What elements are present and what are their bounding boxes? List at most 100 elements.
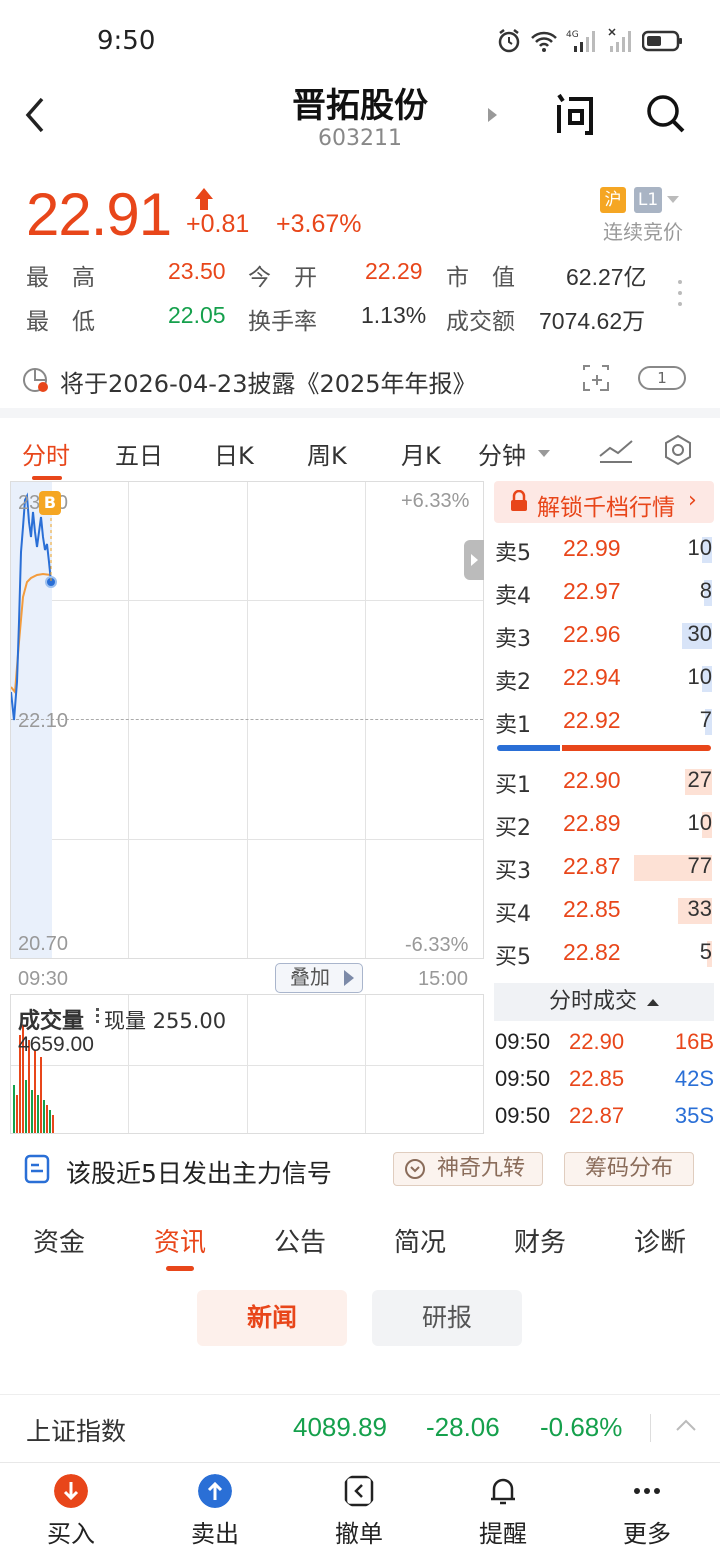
tick-header-label: 分时成交 — [548, 989, 637, 1014]
index-value: 4089.89 — [293, 1412, 387, 1442]
nav-alert[interactable]: 提醒 — [448, 1470, 558, 1549]
tab-funds[interactable]: 资金 — [33, 1222, 85, 1259]
tab-news[interactable]: 资讯 — [154, 1222, 206, 1259]
alarm-icon — [498, 29, 520, 53]
bid-level-price[interactable]: 22.87 — [563, 853, 621, 880]
tick-time: 09:50 — [495, 1066, 551, 1091]
volume-menu-icon[interactable] — [96, 1008, 100, 1023]
bid-level-price[interactable]: 22.90 — [563, 767, 621, 794]
bid-level-price[interactable]: 22.82 — [563, 939, 621, 966]
signal-4g-icon: 4G — [566, 30, 595, 52]
chart-low-price: 20.70 — [18, 933, 69, 955]
bid-level-label: 买4 — [495, 902, 531, 927]
watchlist-add-icon[interactable] — [580, 362, 612, 394]
minute-dropdown-icon[interactable] — [538, 450, 550, 457]
nav-more[interactable]: 更多 — [592, 1470, 702, 1549]
ask-level-price[interactable]: 22.94 — [563, 664, 621, 691]
ask-level-volume: 10 — [687, 664, 712, 689]
bid-level-label: 买3 — [495, 859, 531, 884]
up-arrow-icon — [195, 188, 213, 210]
chip-distribution-button[interactable]: 筹码分布 — [564, 1152, 694, 1186]
tick-volume: 42S — [674, 1066, 714, 1091]
more-stats-icon[interactable] — [678, 280, 684, 313]
signal-off-icon — [608, 28, 631, 52]
tab-finance[interactable]: 财务 — [514, 1222, 566, 1259]
segment-news[interactable]: 新闻 — [197, 1290, 347, 1346]
price-chart[interactable] — [10, 481, 484, 959]
bid-level-volume: 27 — [687, 767, 712, 792]
tick-price: 22.85 — [569, 1066, 625, 1091]
switch-stock-icon[interactable] — [488, 108, 497, 122]
tick-volume: 16B — [674, 1029, 714, 1054]
chart-settings-icon[interactable] — [662, 434, 694, 466]
ask-level-price[interactable]: 22.99 — [563, 535, 621, 562]
tab-daily-k[interactable]: 日K — [214, 436, 254, 471]
sell-icon — [198, 1474, 232, 1508]
bid-level-price[interactable]: 22.89 — [563, 810, 621, 837]
bid-level-volume: 77 — [687, 853, 712, 878]
ask-level-price[interactable]: 22.92 — [563, 707, 621, 734]
volume-label: 成交量 — [18, 1009, 85, 1034]
buy-marker[interactable]: B — [39, 491, 61, 515]
stock-code: 603211 — [318, 126, 402, 151]
bid-level-volume: 33 — [687, 896, 712, 921]
notice-count-badge[interactable]: 1 — [638, 366, 686, 390]
ask-level-label: 卖4 — [495, 584, 531, 609]
ask-level-volume: 8 — [699, 578, 712, 603]
sub-tab-underline — [166, 1266, 194, 1271]
stat-label-high: 最 高 — [26, 265, 95, 291]
buy-sell-ratio-bar — [497, 745, 711, 751]
overlay-button[interactable]: 叠加 — [275, 963, 363, 993]
indicator-icon[interactable] — [598, 436, 634, 464]
tick-header[interactable]: 分时成交 — [494, 983, 714, 1021]
current-volume: 现量 255.00 — [104, 1009, 227, 1033]
tab-underline — [32, 476, 62, 480]
report-icon — [23, 368, 48, 392]
stock-name[interactable]: 晋拓股份 — [0, 78, 720, 127]
tab-intraday[interactable]: 分时 — [22, 436, 70, 471]
ask-icon[interactable] — [553, 93, 595, 135]
nav-alert-label: 提醒 — [479, 1520, 527, 1548]
tab-announcements[interactable]: 公告 — [274, 1222, 326, 1259]
segment-research[interactable]: 研报 — [372, 1290, 522, 1346]
bid-level-price[interactable]: 22.85 — [563, 896, 621, 923]
tab-monthly-k[interactable]: 月K — [401, 436, 441, 471]
stat-value-turnover: 1.13% — [361, 302, 427, 328]
ask-level-label: 卖3 — [495, 627, 531, 652]
index-change-pct: -0.68% — [540, 1412, 623, 1442]
chart-mid-price: 22.10 — [18, 710, 69, 732]
level-badge[interactable]: L1 — [634, 187, 662, 213]
stat-value-low: 22.05 — [168, 302, 226, 328]
stat-label-turnover: 换手率 — [248, 309, 317, 335]
chart-end-time: 15:00 — [418, 968, 469, 990]
stat-value-open: 22.29 — [365, 258, 423, 284]
tick-time: 09:50 — [495, 1029, 551, 1054]
nav-cancel[interactable]: 撤单 — [304, 1470, 414, 1549]
collapse-orderbook-handle[interactable] — [464, 540, 484, 580]
caret-up-icon — [647, 998, 659, 1006]
nav-buy[interactable]: 买入 — [16, 1470, 126, 1549]
tab-diagnosis[interactable]: 诊断 — [634, 1222, 686, 1259]
price-change-pct: +3.67% — [276, 210, 362, 238]
ask-level-price[interactable]: 22.96 — [563, 621, 621, 648]
nav-sell[interactable]: 卖出 — [160, 1470, 270, 1549]
tab-minute[interactable]: 分钟 — [478, 436, 526, 471]
tick-time: 09:50 — [495, 1103, 551, 1128]
index-divider — [650, 1414, 651, 1442]
search-icon[interactable] — [645, 93, 687, 135]
bid-level-label: 买1 — [495, 773, 531, 798]
tab-5day[interactable]: 五日 — [115, 436, 163, 471]
stat-label-open: 今 开 — [248, 265, 317, 291]
trade-mode: 连续竞价 — [603, 220, 683, 244]
expand-up-icon[interactable] — [674, 1416, 698, 1436]
signal-text[interactable]: 该股近5日发出主力信号 — [66, 1154, 332, 1190]
level-dropdown-icon[interactable] — [667, 196, 679, 203]
tab-profile[interactable]: 简况 — [394, 1222, 446, 1259]
stat-label-mktcap: 市 值 — [446, 265, 515, 291]
ask-level-price[interactable]: 22.97 — [563, 578, 621, 605]
ask-level-volume: 7 — [699, 707, 712, 732]
tab-weekly-k[interactable]: 周K — [307, 436, 347, 471]
notice-text[interactable]: 将于2026-04-23披露《2025年年报》 — [60, 364, 477, 399]
battery-icon — [642, 30, 682, 52]
tick-price: 22.87 — [569, 1103, 625, 1128]
